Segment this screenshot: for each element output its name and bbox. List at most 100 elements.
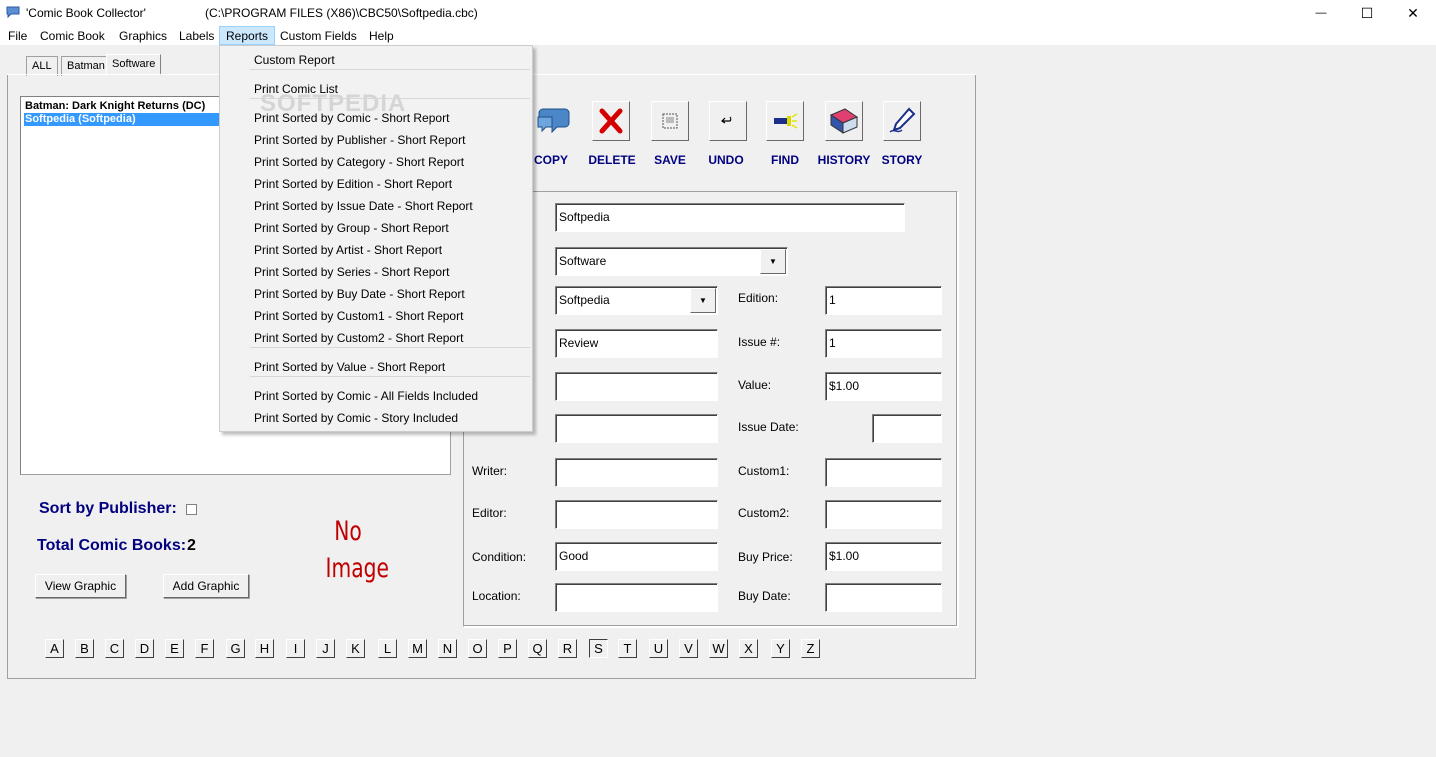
menu-bar: File Comic Book Graphics Labels Reports …: [0, 26, 1436, 46]
floppy-disk-icon: [662, 113, 678, 129]
report-menu-item[interactable]: Print Sorted by Publisher - Short Report: [254, 133, 465, 147]
condition-field[interactable]: Good: [555, 542, 718, 571]
history-button[interactable]: [825, 101, 863, 141]
edition-field[interactable]: 1: [825, 286, 942, 315]
menu-custom-fields[interactable]: Custom Fields: [274, 27, 363, 46]
list-item[interactable]: Batman: Dark Knight Returns (DC): [24, 100, 205, 113]
report-menu-item[interactable]: Print Sorted by Custom2 - Short Report: [254, 331, 463, 345]
value-label: Value:: [738, 378, 772, 392]
letter-button-u[interactable]: U: [649, 639, 668, 658]
group-field[interactable]: Review: [555, 329, 718, 358]
letter-button-r[interactable]: R: [558, 639, 577, 658]
menu-comic-book[interactable]: Comic Book: [34, 27, 111, 46]
report-menu-item[interactable]: Print Sorted by Custom1 - Short Report: [254, 309, 463, 323]
buy-price-field[interactable]: $1.00: [825, 542, 942, 571]
tab-all[interactable]: ALL: [26, 56, 58, 76]
series-field[interactable]: [555, 414, 718, 443]
report-menu-item[interactable]: Print Sorted by Comic - Short Report: [254, 111, 449, 125]
title-bar: 'Comic Book Collector' (C:\PROGRAM FILES…: [0, 0, 1436, 26]
letter-button-q[interactable]: Q: [528, 639, 547, 658]
edition-label: Edition:: [738, 291, 779, 305]
view-graphic-button[interactable]: View Graphic: [35, 574, 126, 598]
letter-button-n[interactable]: N: [438, 639, 457, 658]
letter-button-g[interactable]: G: [226, 639, 245, 658]
issue-date-field[interactable]: [872, 414, 942, 443]
menu-labels[interactable]: Labels: [173, 27, 220, 46]
letter-button-i[interactable]: I: [286, 639, 305, 658]
category-select[interactable]: Software ▼: [555, 247, 788, 276]
story-label[interactable]: STORY: [867, 153, 937, 167]
report-menu-item[interactable]: Print Sorted by Artist - Short Report: [254, 243, 442, 257]
report-menu-item[interactable]: Print Sorted by Issue Date - Short Repor…: [254, 199, 473, 213]
editor-field[interactable]: [555, 500, 718, 529]
condition-label: Condition:: [472, 550, 527, 564]
find-button[interactable]: [766, 101, 804, 141]
story-button[interactable]: [883, 101, 921, 141]
menu-file[interactable]: File: [2, 27, 33, 46]
letter-button-h[interactable]: H: [255, 639, 274, 658]
menu-separator: [250, 347, 530, 348]
report-menu-item[interactable]: Print Sorted by Value - Short Report: [254, 360, 445, 374]
buy-date-field[interactable]: [825, 583, 942, 612]
app-icon: [6, 6, 20, 18]
location-field[interactable]: [555, 583, 718, 612]
letter-button-p[interactable]: P: [498, 639, 517, 658]
letter-button-d[interactable]: D: [135, 639, 154, 658]
tab-software[interactable]: Software: [106, 54, 162, 76]
report-menu-item[interactable]: Print Sorted by Buy Date - Short Report: [254, 287, 465, 301]
report-menu-item[interactable]: Custom Report: [254, 53, 335, 67]
delete-button[interactable]: [592, 101, 630, 141]
list-item[interactable]: Softpedia (Softpedia): [24, 113, 220, 126]
letter-button-b[interactable]: B: [75, 639, 94, 658]
maximize-icon: ☐: [1360, 4, 1374, 21]
report-menu-item[interactable]: Print Sorted by Edition - Short Report: [254, 177, 452, 191]
letter-button-l[interactable]: L: [378, 639, 397, 658]
maximize-button[interactable]: ☐: [1344, 0, 1390, 26]
menu-reports[interactable]: Reports: [219, 26, 276, 45]
title-field[interactable]: Softpedia: [555, 203, 905, 232]
close-window-button[interactable]: ✕: [1390, 0, 1436, 26]
custom1-field[interactable]: [825, 458, 942, 487]
report-menu-item[interactable]: Print Sorted by Group - Short Report: [254, 221, 449, 235]
letter-button-o[interactable]: O: [468, 639, 487, 658]
save-button[interactable]: [651, 101, 689, 141]
letter-button-a[interactable]: A: [45, 639, 64, 658]
letter-button-t[interactable]: T: [618, 639, 637, 658]
chevron-down-icon[interactable]: ▼: [690, 288, 716, 313]
letter-button-x[interactable]: X: [739, 639, 758, 658]
letter-button-f[interactable]: F: [195, 639, 214, 658]
menu-help[interactable]: Help: [363, 27, 400, 46]
publisher-select[interactable]: Softpedia ▼: [555, 286, 718, 315]
undo-button[interactable]: [709, 101, 747, 141]
report-menu-item[interactable]: Print Comic List: [254, 82, 338, 96]
letter-button-s[interactable]: S: [589, 639, 608, 658]
issue-number-field[interactable]: 1: [825, 329, 942, 358]
add-graphic-button[interactable]: Add Graphic: [163, 574, 249, 598]
letter-button-z[interactable]: Z: [801, 639, 820, 658]
letter-button-m[interactable]: M: [408, 639, 427, 658]
letter-button-v[interactable]: V: [679, 639, 698, 658]
buy-price-label: Buy Price:: [738, 550, 793, 564]
artist-field[interactable]: [555, 372, 718, 401]
chevron-down-icon[interactable]: ▼: [760, 249, 786, 274]
report-menu-item[interactable]: Print Sorted by Comic - Story Included: [254, 411, 458, 425]
value-field[interactable]: $1.00: [825, 372, 942, 401]
letter-button-k[interactable]: K: [346, 639, 365, 658]
pen-writing-icon: [889, 107, 916, 133]
copy-button[interactable]: [534, 101, 572, 141]
letter-button-e[interactable]: E: [165, 639, 184, 658]
custom2-field[interactable]: [825, 500, 942, 529]
minimize-button[interactable]: —: [1298, 0, 1344, 26]
menu-graphics[interactable]: Graphics: [113, 27, 173, 46]
no-image-placeholder: No Image: [326, 513, 389, 587]
report-menu-item[interactable]: Print Sorted by Category - Short Report: [254, 155, 464, 169]
report-menu-item[interactable]: Print Sorted by Series - Short Report: [254, 265, 449, 279]
sort-by-publisher-checkbox[interactable]: [186, 504, 197, 515]
letter-button-j[interactable]: J: [316, 639, 335, 658]
report-menu-item[interactable]: Print Sorted by Comic - All Fields Inclu…: [254, 389, 478, 403]
writer-field[interactable]: [555, 458, 718, 487]
letter-button-c[interactable]: C: [105, 639, 124, 658]
letter-button-w[interactable]: W: [709, 639, 728, 658]
tab-batman[interactable]: Batman: [61, 56, 111, 76]
letter-button-y[interactable]: Y: [771, 639, 790, 658]
